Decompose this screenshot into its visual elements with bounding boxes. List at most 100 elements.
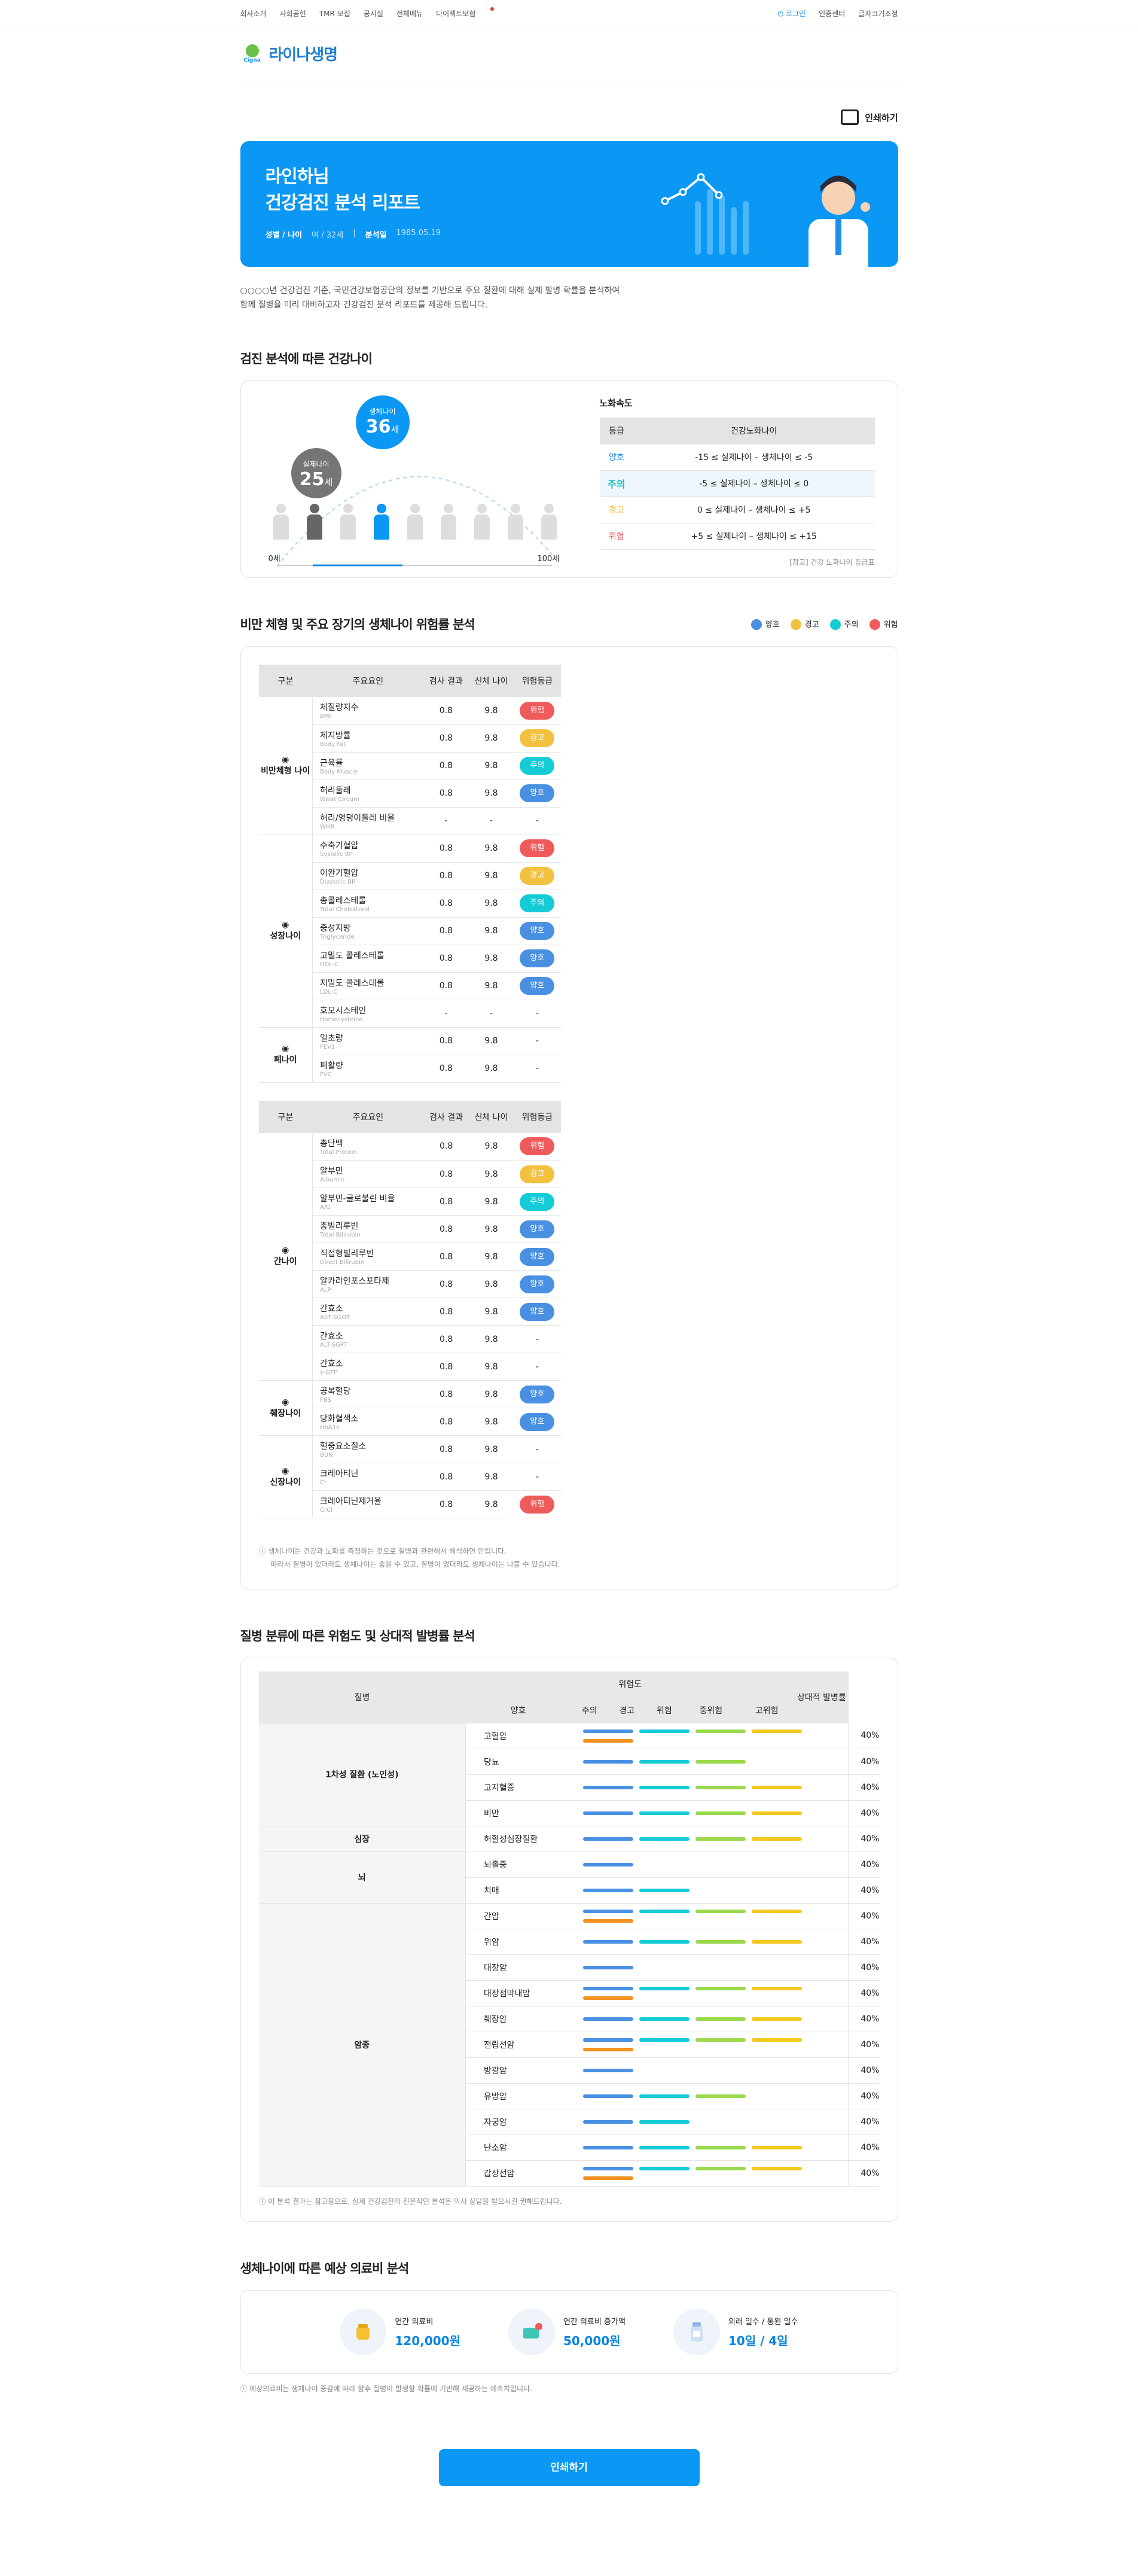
organ-table-right: 구분 주요요인 검사 결과 신체 나이 위험등급 ◉ 간나이 총단백 Total Protein… — [258, 1100, 561, 1518]
factor-eng: Cr — [320, 1479, 327, 1486]
hero-banner: 라인하님 건강검진 분석 리포트 성별 / 나이 여 / 32세 | 분석일 1985.0… — [240, 141, 898, 267]
risk-grade-cell: 경고 — [514, 862, 561, 890]
risk-bar — [639, 2120, 689, 2124]
body-age: - — [468, 1000, 514, 1028]
aging-grade: 주의 — [599, 470, 633, 497]
factor-name: 총콜레스테롤 — [320, 896, 367, 906]
login-link[interactable]: ⏻ 로그인 — [778, 8, 806, 19]
risk-grade-cell: 주의 — [514, 752, 561, 780]
nav-direct[interactable]: 다이렉트보험 — [436, 7, 495, 18]
font-size-link[interactable]: 글자크기조정 — [858, 8, 898, 19]
body-age: 9.8 — [468, 917, 514, 945]
organ-category-label: 성장나이 — [270, 931, 301, 941]
factor-name: 크레아티닌 — [320, 1469, 359, 1479]
real-age-bubble: 실제나이 25세 — [291, 448, 341, 498]
test-result: 0.8 — [423, 945, 469, 973]
test-result: 0.8 — [423, 1160, 469, 1188]
factor-eng: ALT-SGPT — [320, 1342, 348, 1348]
risk-bar-cell — [570, 2135, 849, 2161]
legend-dot — [790, 619, 801, 631]
organ-category-label: 신장나이 — [270, 1477, 301, 1487]
organ-category-label: 비만체형 나이 — [261, 766, 310, 776]
cert-link[interactable]: 인증센터 — [819, 8, 845, 19]
factor-eng: Triglyceride — [320, 933, 355, 940]
organ-factor: 간효소 AST-SGOT — [312, 1298, 424, 1326]
organ-factor: 알부민 Albumin — [312, 1160, 424, 1188]
risk-badge: 양호 — [520, 784, 555, 802]
risk-grade-cell: 위험 — [514, 1132, 561, 1161]
legend-dot — [869, 619, 880, 631]
risk-badge: 양호 — [520, 1275, 555, 1293]
print-top[interactable]: 인쇄하기 — [240, 105, 898, 129]
risk-grade-cell: 경고 — [514, 1160, 561, 1188]
aging-row: 주의 -5 ≤ 실제나이 – 생체나이 ≤ 0 — [599, 470, 875, 497]
nav-about[interactable]: 회사소개 — [240, 10, 267, 18]
disease-rate: 40% — [848, 2135, 880, 2161]
body-age: 9.8 — [468, 1027, 514, 1055]
factor-eng: FBS — [320, 1397, 331, 1403]
risk-bar — [582, 2176, 633, 2180]
organ-row: ◉ 췌장나이 공복혈당 FBS 0.8 9.8 양호 — [258, 1380, 561, 1436]
body-age: 9.8 — [468, 1325, 514, 1353]
risk-none: - — [535, 1334, 539, 1344]
risk-bar-cell — [570, 1852, 849, 1878]
risk-bar — [695, 2166, 746, 2170]
nav-disclosure[interactable]: 공시실 — [364, 10, 383, 18]
risk-bar — [751, 2145, 802, 2149]
risk-badge: 위험 — [520, 839, 555, 857]
person-icon — [507, 504, 524, 540]
body-age: 9.8 — [468, 972, 514, 1000]
organ-factor: 알부민-글로불린 비율 A/G — [312, 1187, 424, 1216]
aging-table: 노화속도 등급 건강노화나이 양호 -15 ≤ 실제나이 – 생체나이 ≤ -5 주의… — [599, 397, 875, 567]
nav-tmr[interactable]: TMR 모집 — [319, 10, 350, 18]
factor-name: 일초량 — [320, 1033, 343, 1043]
test-result: 0.8 — [423, 1325, 469, 1353]
risk-bar — [582, 1785, 633, 1789]
real-age-unit: 세 — [324, 477, 333, 488]
body-age: - — [468, 807, 514, 835]
body-age: 9.8 — [468, 835, 514, 863]
cost-item-annual: 연간 의료비 120,000원 — [340, 2308, 460, 2355]
cigna-logo-icon: Cigna — [240, 42, 264, 66]
risk-bar — [751, 1909, 802, 1913]
factor-eng: FEV1 — [320, 1043, 335, 1051]
print-button[interactable]: 인쇄하기 — [438, 2449, 700, 2486]
nav-social[interactable]: 사회공헌 — [280, 10, 306, 18]
risk-bar — [695, 1759, 746, 1764]
organ-row: ◉ 간나이 총단백 Total Protein 0.8 9.8 위험 — [258, 1132, 561, 1381]
risk-bar — [639, 2094, 689, 2098]
disease-name: 대장암 — [465, 1954, 571, 1981]
factor-eng: Albumin — [320, 1177, 345, 1183]
body-age: 9.8 — [468, 724, 514, 753]
risk-badge: 경고 — [520, 1165, 555, 1183]
risk-grade-cell: 주의 — [514, 1187, 561, 1216]
organ-icon: ◉ — [282, 920, 289, 930]
test-result: 0.8 — [423, 780, 469, 808]
chart-illustration-icon — [661, 173, 749, 255]
person-icon — [373, 504, 390, 540]
disease-rate: 40% — [848, 2006, 880, 2032]
test-result: 0.8 — [423, 1132, 469, 1161]
risk-bar-cell — [570, 2006, 849, 2032]
new-dot — [490, 7, 495, 11]
test-result: 0.8 — [423, 1215, 469, 1243]
factor-eng: ALP — [320, 1287, 331, 1293]
disease-rate: 40% — [848, 2083, 880, 2109]
aging-range: +5 ≤ 실제나이 – 생체나이 ≤ +15 — [633, 523, 875, 550]
risk-grade-cell: - — [514, 1027, 561, 1055]
risk-bar — [582, 1986, 633, 1990]
organ-col-header: 위험등급 — [514, 665, 561, 697]
legend-label: 양호 — [765, 620, 780, 629]
factor-eng: Total Bilirubin — [320, 1232, 361, 1238]
factor-eng: Direct Bilirubin — [320, 1259, 365, 1266]
nav-all-menu[interactable]: 전체메뉴 — [396, 10, 423, 18]
organ-category: ◉ 비만체형 나이 — [258, 697, 313, 835]
risk-bar-cell — [570, 2032, 849, 2058]
test-result: 0.8 — [423, 1408, 469, 1436]
risk-legend: 양호 경고 주의 위험 — [750, 618, 898, 631]
factor-name: 총단백 — [320, 1138, 343, 1149]
risk-grade-cell: 양호 — [514, 917, 561, 945]
organ-category-label: 췌장나이 — [270, 1408, 301, 1418]
aging-row: 양호 -15 ≤ 실제나이 – 생체나이 ≤ -5 — [599, 444, 875, 471]
logo[interactable]: Cigna 라이나생명 — [240, 26, 898, 81]
